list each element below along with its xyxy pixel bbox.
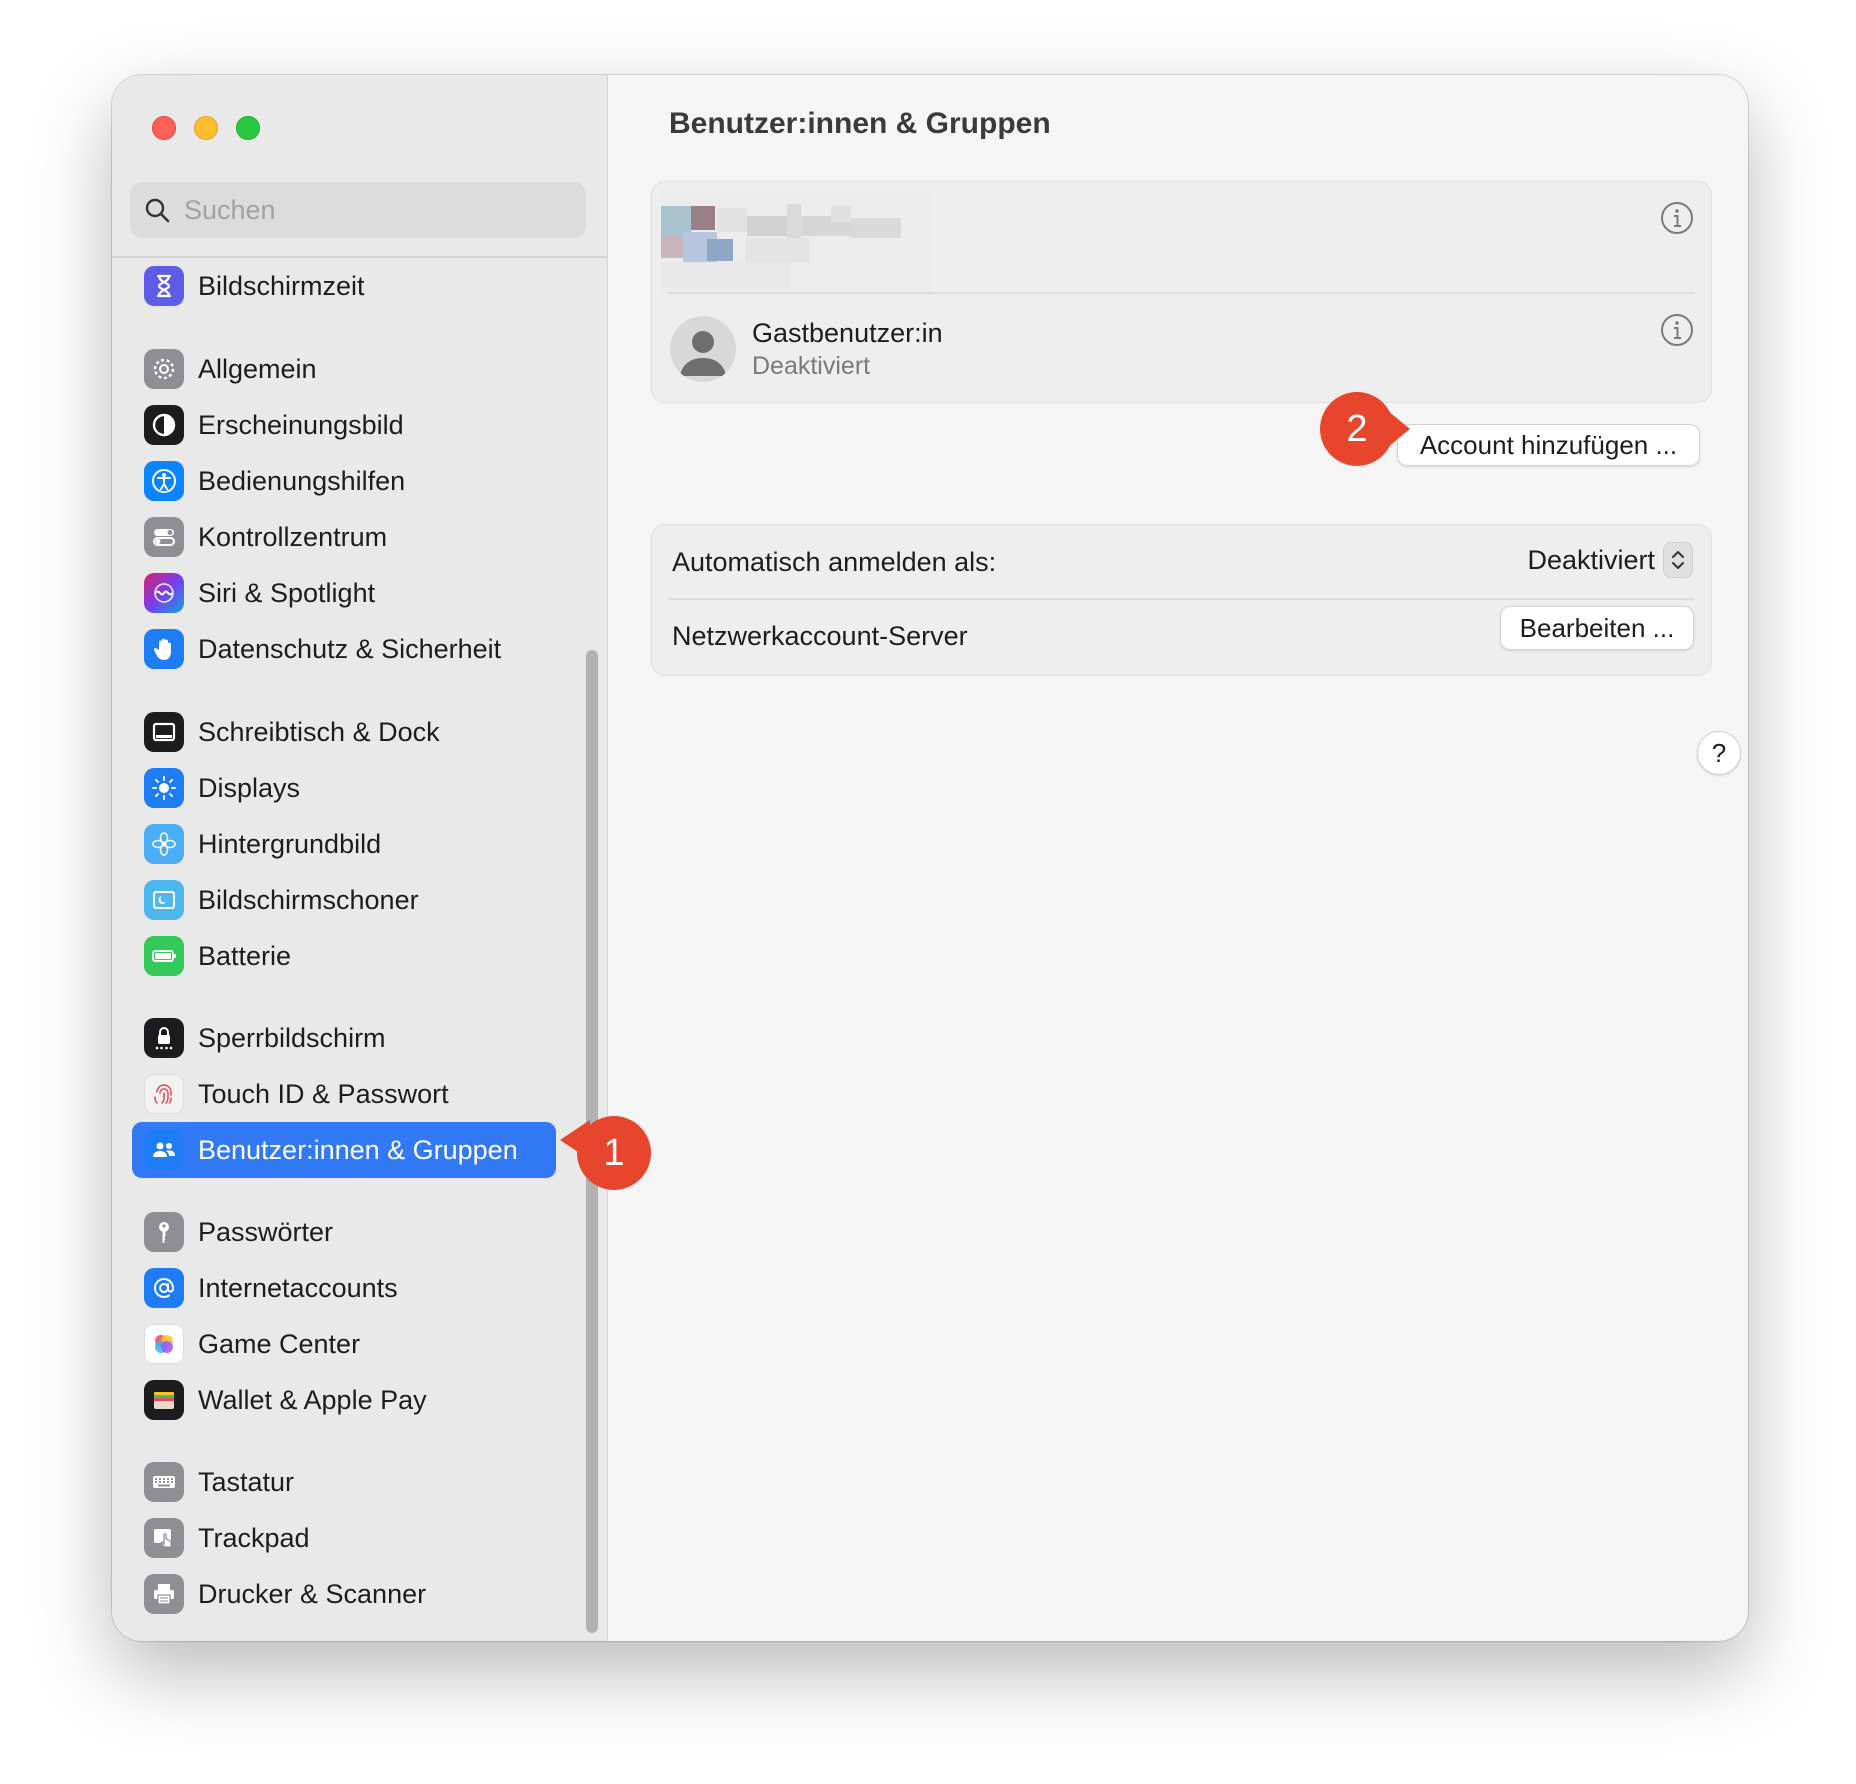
- close-window-button[interactable]: [152, 116, 176, 140]
- wallet-icon: [144, 1380, 184, 1420]
- sidebar-item-label: Schreibtisch & Dock: [198, 716, 440, 747]
- sidebar-item-label: Batterie: [198, 940, 292, 971]
- users-icon: [144, 1130, 184, 1170]
- settings-window: Bildschirmzeit Allgemein Erscheinungsbil…: [112, 75, 1748, 1641]
- network-server-label: Netzwerkaccount-Server: [672, 621, 968, 651]
- appearance-icon: [144, 405, 184, 445]
- sidebar-item-label: Internetaccounts: [198, 1272, 398, 1303]
- sidebar: Bildschirmzeit Allgemein Erscheinungsbil…: [112, 75, 608, 1641]
- screensaver-icon: [144, 880, 184, 920]
- sidebar-item-label: Game Center: [198, 1328, 361, 1359]
- sidebar-item-label: Benutzer:innen & Gruppen: [198, 1134, 518, 1165]
- add-account-button[interactable]: Account hinzufügen ...: [1397, 424, 1700, 466]
- toggles-icon: [144, 517, 184, 557]
- sidebar-item-erscheinungsbild[interactable]: Erscheinungsbild: [132, 397, 556, 453]
- zoom-window-button[interactable]: [236, 116, 260, 140]
- sidebar-item-label: Sperrbildschirm: [198, 1022, 386, 1053]
- sidebar-item-wallet[interactable]: Wallet & Apple Pay: [132, 1372, 556, 1428]
- users-card: Gastbenutzer:in Deaktiviert: [651, 181, 1712, 403]
- fingerprint-icon: [144, 1074, 184, 1114]
- info-icon[interactable]: [1659, 200, 1695, 236]
- printer-icon: [144, 1574, 184, 1614]
- sun-icon: [144, 768, 184, 808]
- sidebar-item-label: Trackpad: [198, 1522, 310, 1553]
- sidebar-item-internetaccounts[interactable]: Internetaccounts: [132, 1260, 556, 1316]
- trackpad-icon: [144, 1518, 184, 1558]
- sidebar-item-passwoerter[interactable]: Passwörter: [132, 1204, 556, 1260]
- siri-icon: [144, 573, 184, 613]
- keyboard-icon: [144, 1462, 184, 1502]
- sidebar-item-benutzer-gruppen[interactable]: Benutzer:innen & Gruppen: [132, 1122, 556, 1178]
- sidebar-item-drucker-scanner[interactable]: Drucker & Scanner: [132, 1566, 556, 1622]
- sidebar-item-label: Datenschutz & Sicherheit: [198, 633, 502, 664]
- sidebar-item-game-center[interactable]: Game Center: [132, 1316, 556, 1372]
- sidebar-item-label: Erscheinungsbild: [198, 409, 404, 440]
- guest-avatar: [670, 316, 736, 382]
- guest-user-name: Gastbenutzer:in: [752, 318, 943, 348]
- row-separator: [668, 292, 1695, 294]
- sidebar-item-allgemein[interactable]: Allgemein: [132, 341, 556, 397]
- login-options-card: Automatisch anmelden als: Deaktiviert Ne…: [651, 524, 1712, 676]
- sidebar-item-label: Tastatur: [198, 1466, 295, 1497]
- hourglass-icon: [144, 266, 184, 306]
- accessibility-icon: [144, 461, 184, 501]
- sidebar-item-label: Wallet & Apple Pay: [198, 1384, 427, 1415]
- at-icon: [144, 1268, 184, 1308]
- dock-icon: [144, 712, 184, 752]
- sidebar-item-kontrollzentrum[interactable]: Kontrollzentrum: [132, 509, 556, 565]
- game-center-icon: [144, 1324, 184, 1364]
- callout-badge-1: 1: [577, 1116, 651, 1190]
- gear-icon: [144, 349, 184, 389]
- main-pane: Benutzer:innen & Gruppen Gastbenutzer:in…: [608, 75, 1748, 1641]
- sidebar-item-label: Touch ID & Passwort: [198, 1078, 449, 1109]
- sidebar-item-label: Bildschirmzeit: [198, 270, 365, 301]
- sidebar-item-displays[interactable]: Displays: [132, 760, 556, 816]
- callout-badge-2: 2: [1320, 392, 1394, 466]
- search-icon: [145, 198, 170, 223]
- sidebar-item-trackpad[interactable]: Trackpad: [132, 1510, 556, 1566]
- sidebar-item-bildschirmzeit[interactable]: Bildschirmzeit: [132, 258, 556, 314]
- sidebar-item-bedienungshilfen[interactable]: Bedienungshilfen: [132, 453, 556, 509]
- guest-user-status: Deaktiviert: [752, 352, 871, 380]
- sidebar-item-label: Passwörter: [198, 1216, 334, 1247]
- sidebar-item-label: Bedienungshilfen: [198, 465, 406, 496]
- battery-icon: [144, 936, 184, 976]
- row-separator: [668, 598, 1695, 600]
- sidebar-item-label: Siri & Spotlight: [198, 577, 376, 608]
- auto-login-label: Automatisch anmelden als:: [672, 547, 997, 577]
- sidebar-item-sperrbildschirm[interactable]: Sperrbildschirm: [132, 1010, 556, 1066]
- help-button[interactable]: ?: [1697, 731, 1741, 775]
- sidebar-item-tastatur[interactable]: Tastatur: [132, 1454, 556, 1510]
- sidebar-item-schreibtisch-dock[interactable]: Schreibtisch & Dock: [132, 704, 556, 760]
- key-icon: [144, 1212, 184, 1252]
- sidebar-item-label: Kontrollzentrum: [198, 521, 388, 552]
- chevron-updown-icon: [1663, 542, 1693, 578]
- auto-login-value: Deaktiviert: [1527, 544, 1655, 575]
- blurred-user-icon[interactable]: [661, 194, 931, 298]
- sidebar-item-siri-spotlight[interactable]: Siri & Spotlight: [132, 565, 556, 621]
- sidebar-item-bildschirmschoner[interactable]: Bildschirmschoner: [132, 872, 556, 928]
- search-field[interactable]: [130, 182, 586, 238]
- sidebar-item-label: Hintergrundbild: [198, 828, 382, 859]
- sidebar-item-label: Drucker & Scanner: [198, 1578, 427, 1609]
- info-icon[interactable]: [1659, 312, 1695, 348]
- search-input[interactable]: [184, 194, 564, 226]
- sidebar-item-datenschutz[interactable]: Datenschutz & Sicherheit: [132, 621, 556, 677]
- sidebar-item-batterie[interactable]: Batterie: [132, 928, 556, 984]
- window-controls: [152, 116, 260, 140]
- flower-icon: [144, 824, 184, 864]
- sidebar-item-label: Bildschirmschoner: [198, 884, 419, 915]
- sidebar-item-label: Displays: [198, 772, 301, 803]
- hand-icon: [144, 629, 184, 669]
- auto-login-popup[interactable]: Deaktiviert: [1527, 542, 1693, 578]
- minimize-window-button[interactable]: [194, 116, 218, 140]
- edit-network-server-button[interactable]: Bearbeiten ...: [1500, 606, 1694, 650]
- sidebar-item-hintergrundbild[interactable]: Hintergrundbild: [132, 816, 556, 872]
- sidebar-item-label: Allgemein: [198, 353, 317, 384]
- lock-icon: [144, 1018, 184, 1058]
- sidebar-item-touch-id[interactable]: Touch ID & Passwort: [132, 1066, 556, 1122]
- page-title: Benutzer:innen & Gruppen: [669, 107, 1051, 140]
